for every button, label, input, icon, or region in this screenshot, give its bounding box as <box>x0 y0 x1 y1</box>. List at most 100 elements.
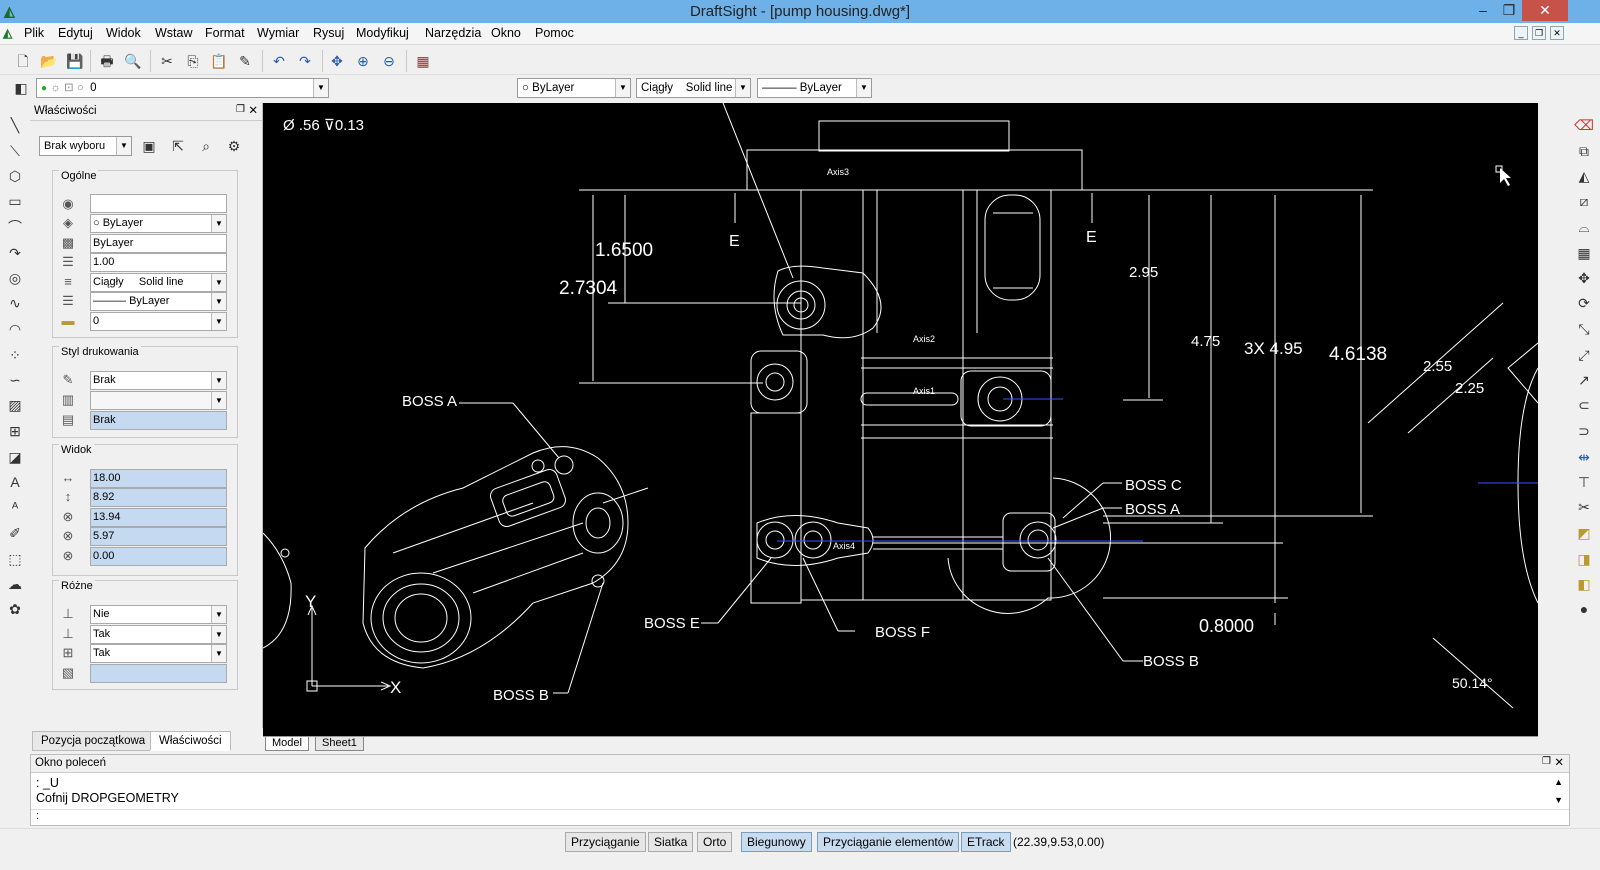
stretch-icon[interactable]: ⤢ <box>1574 345 1594 365</box>
layer-dropdown[interactable]: ● ☼ ⊡ ○ 0 ▼ <box>36 78 329 98</box>
minimize-icon[interactable]: – <box>1470 0 1496 21</box>
view-height-field[interactable]: 8.92 <box>90 488 227 507</box>
tab-model[interactable]: Model <box>265 737 309 751</box>
select-objects-icon[interactable]: ⇱ <box>167 135 189 157</box>
redo-icon[interactable]: ↷ <box>294 50 316 72</box>
scroll-down-icon[interactable]: ▼ <box>1554 795 1563 805</box>
linetype-scale-field[interactable]: 1.00 <box>90 253 227 272</box>
float-icon[interactable]: ❐ <box>1542 756 1551 767</box>
markup-icon[interactable]: ✐ <box>5 523 25 543</box>
grid-toggle[interactable]: Siatka <box>648 832 694 852</box>
explode-icon[interactable]: ◨ <box>1574 549 1594 569</box>
text-icon[interactable]: A <box>5 472 25 492</box>
copy-entity-icon[interactable]: ⧉ <box>1574 141 1594 161</box>
lineweight-field[interactable]: ——— ByLayer ▼ <box>90 292 227 311</box>
color-dropdown-field[interactable]: ○ ByLayer ▼ <box>90 214 227 233</box>
point-icon[interactable]: ⁘ <box>5 345 25 365</box>
explode-bomb-icon[interactable]: ● <box>1574 599 1594 619</box>
menu-okno[interactable]: Okno <box>491 26 521 40</box>
fillet-icon[interactable]: ◩ <box>1574 523 1594 543</box>
pattern-icon[interactable]: ⌓ <box>1574 217 1594 237</box>
close-command-icon[interactable]: ✕ <box>1554 755 1564 769</box>
mirror-icon[interactable]: ◭ <box>1574 166 1594 186</box>
arc-icon[interactable]: ⌒ <box>5 217 25 237</box>
lineweight-dropdown[interactable]: ——— ByLayer ▼ <box>757 78 872 98</box>
polygon-icon[interactable]: ⬡ <box>5 166 25 186</box>
polyline-icon[interactable]: ↷ <box>5 243 25 263</box>
array-icon[interactable]: ▦ <box>1574 243 1594 263</box>
color-field[interactable] <box>90 194 227 213</box>
trim-icon[interactable]: ⊂ <box>1574 395 1594 415</box>
linetype-field[interactable]: Ciągły Solid line ▼ <box>90 273 227 292</box>
color-dropdown[interactable]: ○ ByLayer ▼ <box>517 78 631 98</box>
region-icon[interactable]: ◪ <box>5 447 25 467</box>
pan-icon[interactable]: ✥ <box>326 50 348 72</box>
view-center-z-field[interactable]: 0.00 <box>90 547 227 566</box>
line-icon[interactable]: ╲ <box>5 115 25 135</box>
layer-icon[interactable]: ◧ <box>10 77 32 99</box>
print-style-field[interactable]: Brak ▼ <box>90 371 227 390</box>
eraser-icon[interactable]: ⌫ <box>1574 115 1594 135</box>
menu-format[interactable]: Format <box>205 26 245 40</box>
polar-toggle[interactable]: Biegunowy <box>741 832 812 852</box>
ortho-toggle[interactable]: Orto <box>697 832 733 852</box>
undo-icon[interactable]: ↶ <box>268 50 290 72</box>
scale-icon[interactable]: ⤡ <box>1574 319 1594 339</box>
ucs-icon-on-field[interactable]: Nie ▼ <box>90 605 227 624</box>
move-icon[interactable]: ✥ <box>1574 268 1594 288</box>
tab-sheet1[interactable]: Sheet1 <box>315 737 364 751</box>
drawing-canvas[interactable]: Ø .56 ⊽0.13 1.6500 2.7304 2.95 4.75 3X 4… <box>263 103 1538 736</box>
hatch-icon[interactable]: ▨ <box>5 395 25 415</box>
mdi-restore-icon[interactable]: ❐ <box>1532 26 1546 40</box>
layer-manager-icon[interactable]: ▦ <box>412 50 434 72</box>
filter-icon[interactable]: ⚙ <box>223 135 245 157</box>
view-center-y-field[interactable]: 5.97 <box>90 527 227 546</box>
menu-wymiar[interactable]: Wymiar <box>257 26 299 40</box>
quick-select-icon[interactable]: ⌕ <box>195 135 217 157</box>
paste-icon[interactable]: 📋 <box>208 50 230 72</box>
revision-cloud-icon[interactable]: ✿ <box>5 599 25 619</box>
rectangle-icon[interactable]: ▭ <box>5 191 25 211</box>
restore-icon[interactable]: ❐ <box>1496 0 1522 21</box>
visual-style-field[interactable] <box>90 664 227 683</box>
menu-narzedzia[interactable]: Narzędzia <box>425 26 481 40</box>
menu-pomoc[interactable]: Pomoc <box>535 26 574 40</box>
mdi-minimize-icon[interactable]: _ <box>1514 26 1528 40</box>
infinite-line-icon[interactable]: ⟍ <box>5 141 25 161</box>
menu-wstaw[interactable]: Wstaw <box>155 26 193 40</box>
rotate-icon[interactable]: ⟳ <box>1574 293 1594 313</box>
selection-dropdown[interactable]: Brak wyboru ▼ <box>39 136 132 156</box>
menu-widok[interactable]: Widok <box>106 26 141 40</box>
snap-toggle[interactable]: Przyciąganie <box>565 832 646 852</box>
view-width-field[interactable]: 18.00 <box>90 469 227 488</box>
view-center-x-field[interactable]: 13.94 <box>90 508 227 527</box>
print-table-field[interactable]: ▼ <box>90 391 227 410</box>
pin-icon[interactable]: ❐ <box>236 104 245 115</box>
ucs-viewport-field[interactable]: Tak ▼ <box>90 644 227 663</box>
join-icon[interactable]: ⊤ <box>1574 472 1594 492</box>
cloud-icon[interactable]: ☁ <box>5 574 25 594</box>
tab-properties[interactable]: Właściwości <box>150 731 231 751</box>
open-file-icon[interactable]: 📂 <box>38 50 60 72</box>
linetype-dropdown[interactable]: Ciągły Solid line ▼ <box>636 78 751 98</box>
simple-note-icon[interactable]: ᴬ <box>5 497 25 517</box>
wipeout-icon[interactable]: ⬚ <box>5 549 25 569</box>
ucs-origin-field[interactable]: Tak ▼ <box>90 625 227 644</box>
print-preview-icon[interactable]: 🔍 <box>122 50 144 72</box>
chamfer-icon[interactable]: ✂ <box>1574 497 1594 517</box>
print-icon[interactable]: 🖶 <box>96 50 118 72</box>
copy-icon[interactable]: ⎘ <box>182 50 204 72</box>
close-icon[interactable]: ✕ <box>1522 0 1568 21</box>
ellipse-arc-icon[interactable]: ◠ <box>5 319 25 339</box>
toggle-pickadd-icon[interactable]: ▣ <box>138 135 160 157</box>
freehand-icon[interactable]: ∽ <box>5 370 25 390</box>
menu-edytuj[interactable]: Edytuj <box>58 26 93 40</box>
zoom-icon[interactable]: ⊕ <box>352 50 374 72</box>
lengthen-icon[interactable]: ↗ <box>1574 370 1594 390</box>
entity-snap-toggle[interactable]: Przyciąganie elementów <box>817 832 960 852</box>
save-icon[interactable]: 💾 <box>64 50 86 72</box>
menu-plik[interactable]: Plik <box>24 26 44 40</box>
print-attached-field[interactable]: Brak <box>90 411 227 430</box>
extend-icon[interactable]: ⊃ <box>1574 421 1594 441</box>
spline-icon[interactable]: ∿ <box>5 293 25 313</box>
